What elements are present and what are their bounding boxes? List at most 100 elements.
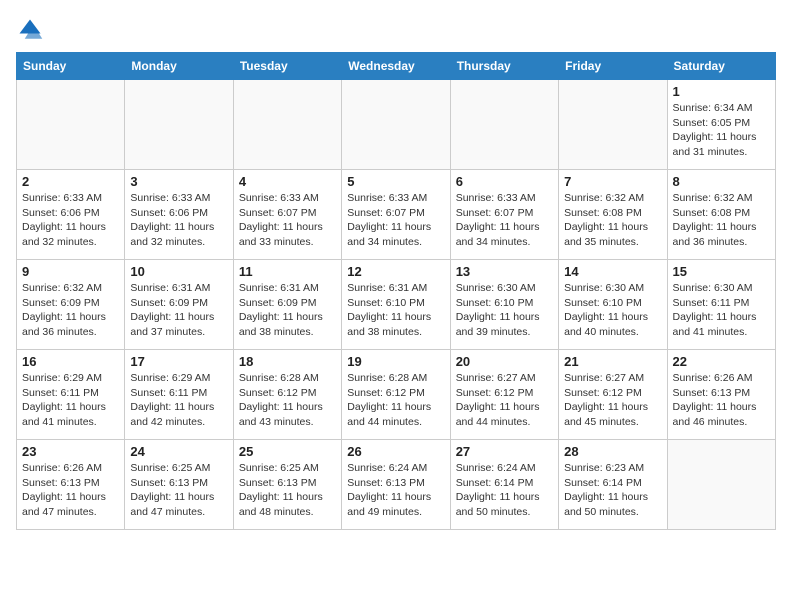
day-number: 28	[564, 444, 661, 459]
day-number: 24	[130, 444, 227, 459]
day-detail: Sunrise: 6:27 AM Sunset: 6:12 PM Dayligh…	[564, 371, 661, 430]
day-number: 13	[456, 264, 553, 279]
logo-icon	[16, 16, 44, 44]
day-number: 16	[22, 354, 119, 369]
calendar-cell: 2Sunrise: 6:33 AM Sunset: 6:06 PM Daylig…	[17, 170, 125, 260]
calendar-cell: 13 Sunrise: 6:30 AM Sunset: 6:10 PM Dayli…	[450, 260, 558, 350]
day-number: 7	[564, 174, 661, 189]
calendar-cell: 9Sunrise: 6:32 AM Sunset: 6:09 PM Daylig…	[17, 260, 125, 350]
calendar-cell: 16 Sunrise: 6:29 AM Sunset: 6:11 PM Dayli…	[17, 350, 125, 440]
day-number: 19	[347, 354, 444, 369]
day-detail: Sunrise: 6:33 AM Sunset: 6:07 PM Dayligh…	[239, 191, 336, 250]
page-header	[16, 16, 776, 44]
day-number: 25	[239, 444, 336, 459]
day-detail: Sunrise: 6:25 AM Sunset: 6:13 PM Dayligh…	[239, 461, 336, 520]
day-number: 23	[22, 444, 119, 459]
calendar-cell: 8Sunrise: 6:32 AM Sunset: 6:08 PM Daylig…	[667, 170, 775, 260]
calendar-cell: 14 Sunrise: 6:30 AM Sunset: 6:10 PM Dayli…	[559, 260, 667, 350]
calendar-cell: 3 Sunrise: 6:33 AM Sunset: 6:06 PM Daylig…	[125, 170, 233, 260]
day-detail: Sunrise: 6:30 AM Sunset: 6:10 PM Dayligh…	[564, 281, 661, 340]
day-number: 11	[239, 264, 336, 279]
day-number: 12	[347, 264, 444, 279]
day-detail: Sunrise: 6:33 AM Sunset: 6:06 PM Dayligh…	[22, 191, 119, 250]
calendar-cell	[17, 80, 125, 170]
calendar-table: SundayMondayTuesdayWednesdayThursdayFrid…	[16, 52, 776, 530]
calendar-cell: 6 Sunrise: 6:33 AM Sunset: 6:07 PM Daylig…	[450, 170, 558, 260]
day-detail: Sunrise: 6:24 AM Sunset: 6:13 PM Dayligh…	[347, 461, 444, 520]
day-detail: Sunrise: 6:30 AM Sunset: 6:10 PM Dayligh…	[456, 281, 553, 340]
day-number: 3	[130, 174, 227, 189]
day-detail: Sunrise: 6:31 AM Sunset: 6:09 PM Dayligh…	[239, 281, 336, 340]
day-detail: Sunrise: 6:31 AM Sunset: 6:10 PM Dayligh…	[347, 281, 444, 340]
week-row-2: 2Sunrise: 6:33 AM Sunset: 6:06 PM Daylig…	[17, 170, 776, 260]
calendar-cell: 25 Sunrise: 6:25 AM Sunset: 6:13 PM Dayli…	[233, 440, 341, 530]
calendar-cell	[125, 80, 233, 170]
day-detail: Sunrise: 6:28 AM Sunset: 6:12 PM Dayligh…	[347, 371, 444, 430]
day-detail: Sunrise: 6:28 AM Sunset: 6:12 PM Dayligh…	[239, 371, 336, 430]
day-number: 8	[673, 174, 770, 189]
header-monday: Monday	[125, 53, 233, 80]
day-detail: Sunrise: 6:34 AM Sunset: 6:05 PM Dayligh…	[673, 101, 770, 160]
calendar-cell: 20 Sunrise: 6:27 AM Sunset: 6:12 PM Dayli…	[450, 350, 558, 440]
calendar-cell: 12 Sunrise: 6:31 AM Sunset: 6:10 PM Dayli…	[342, 260, 450, 350]
calendar-cell: 21 Sunrise: 6:27 AM Sunset: 6:12 PM Dayli…	[559, 350, 667, 440]
day-detail: Sunrise: 6:31 AM Sunset: 6:09 PM Dayligh…	[130, 281, 227, 340]
calendar-cell: 7 Sunrise: 6:32 AM Sunset: 6:08 PM Daylig…	[559, 170, 667, 260]
week-row-3: 9Sunrise: 6:32 AM Sunset: 6:09 PM Daylig…	[17, 260, 776, 350]
calendar-cell: 1 Sunrise: 6:34 AM Sunset: 6:05 PM Daylig…	[667, 80, 775, 170]
day-detail: Sunrise: 6:26 AM Sunset: 6:13 PM Dayligh…	[22, 461, 119, 520]
calendar-cell: 19 Sunrise: 6:28 AM Sunset: 6:12 PM Dayli…	[342, 350, 450, 440]
day-detail: Sunrise: 6:32 AM Sunset: 6:08 PM Dayligh…	[564, 191, 661, 250]
day-number: 17	[130, 354, 227, 369]
logo	[16, 16, 48, 44]
day-detail: Sunrise: 6:25 AM Sunset: 6:13 PM Dayligh…	[130, 461, 227, 520]
day-detail: Sunrise: 6:27 AM Sunset: 6:12 PM Dayligh…	[456, 371, 553, 430]
calendar-cell: 11 Sunrise: 6:31 AM Sunset: 6:09 PM Dayli…	[233, 260, 341, 350]
calendar-cell	[559, 80, 667, 170]
day-detail: Sunrise: 6:29 AM Sunset: 6:11 PM Dayligh…	[130, 371, 227, 430]
header-sunday: Sunday	[17, 53, 125, 80]
calendar-header-row: SundayMondayTuesdayWednesdayThursdayFrid…	[17, 53, 776, 80]
day-number: 4	[239, 174, 336, 189]
week-row-4: 16 Sunrise: 6:29 AM Sunset: 6:11 PM Dayli…	[17, 350, 776, 440]
day-number: 27	[456, 444, 553, 459]
day-number: 20	[456, 354, 553, 369]
day-detail: Sunrise: 6:33 AM Sunset: 6:07 PM Dayligh…	[456, 191, 553, 250]
day-detail: Sunrise: 6:29 AM Sunset: 6:11 PM Dayligh…	[22, 371, 119, 430]
calendar-cell	[667, 440, 775, 530]
week-row-1: 1 Sunrise: 6:34 AM Sunset: 6:05 PM Daylig…	[17, 80, 776, 170]
day-detail: Sunrise: 6:33 AM Sunset: 6:07 PM Dayligh…	[347, 191, 444, 250]
calendar-cell	[450, 80, 558, 170]
calendar-cell: 18 Sunrise: 6:28 AM Sunset: 6:12 PM Dayli…	[233, 350, 341, 440]
week-row-5: 23 Sunrise: 6:26 AM Sunset: 6:13 PM Dayli…	[17, 440, 776, 530]
calendar-cell: 23 Sunrise: 6:26 AM Sunset: 6:13 PM Dayli…	[17, 440, 125, 530]
header-tuesday: Tuesday	[233, 53, 341, 80]
calendar-cell	[233, 80, 341, 170]
calendar-cell: 24 Sunrise: 6:25 AM Sunset: 6:13 PM Dayli…	[125, 440, 233, 530]
day-number: 26	[347, 444, 444, 459]
day-number: 15	[673, 264, 770, 279]
calendar-cell	[342, 80, 450, 170]
day-number: 21	[564, 354, 661, 369]
day-detail: Sunrise: 6:33 AM Sunset: 6:06 PM Dayligh…	[130, 191, 227, 250]
calendar-cell: 26 Sunrise: 6:24 AM Sunset: 6:13 PM Dayli…	[342, 440, 450, 530]
calendar-cell: 4 Sunrise: 6:33 AM Sunset: 6:07 PM Daylig…	[233, 170, 341, 260]
header-thursday: Thursday	[450, 53, 558, 80]
day-detail: Sunrise: 6:26 AM Sunset: 6:13 PM Dayligh…	[673, 371, 770, 430]
calendar-cell: 15 Sunrise: 6:30 AM Sunset: 6:11 PM Dayli…	[667, 260, 775, 350]
day-number: 1	[673, 84, 770, 99]
header-wednesday: Wednesday	[342, 53, 450, 80]
calendar-cell: 5Sunrise: 6:33 AM Sunset: 6:07 PM Daylig…	[342, 170, 450, 260]
day-number: 14	[564, 264, 661, 279]
day-number: 10	[130, 264, 227, 279]
calendar-cell: 27 Sunrise: 6:24 AM Sunset: 6:14 PM Dayli…	[450, 440, 558, 530]
header-saturday: Saturday	[667, 53, 775, 80]
day-detail: Sunrise: 6:32 AM Sunset: 6:09 PM Dayligh…	[22, 281, 119, 340]
day-number: 18	[239, 354, 336, 369]
calendar-cell: 28Sunrise: 6:23 AM Sunset: 6:14 PM Dayli…	[559, 440, 667, 530]
calendar-cell: 10 Sunrise: 6:31 AM Sunset: 6:09 PM Dayli…	[125, 260, 233, 350]
day-detail: Sunrise: 6:30 AM Sunset: 6:11 PM Dayligh…	[673, 281, 770, 340]
day-detail: Sunrise: 6:24 AM Sunset: 6:14 PM Dayligh…	[456, 461, 553, 520]
calendar-cell: 22Sunrise: 6:26 AM Sunset: 6:13 PM Dayli…	[667, 350, 775, 440]
day-number: 6	[456, 174, 553, 189]
